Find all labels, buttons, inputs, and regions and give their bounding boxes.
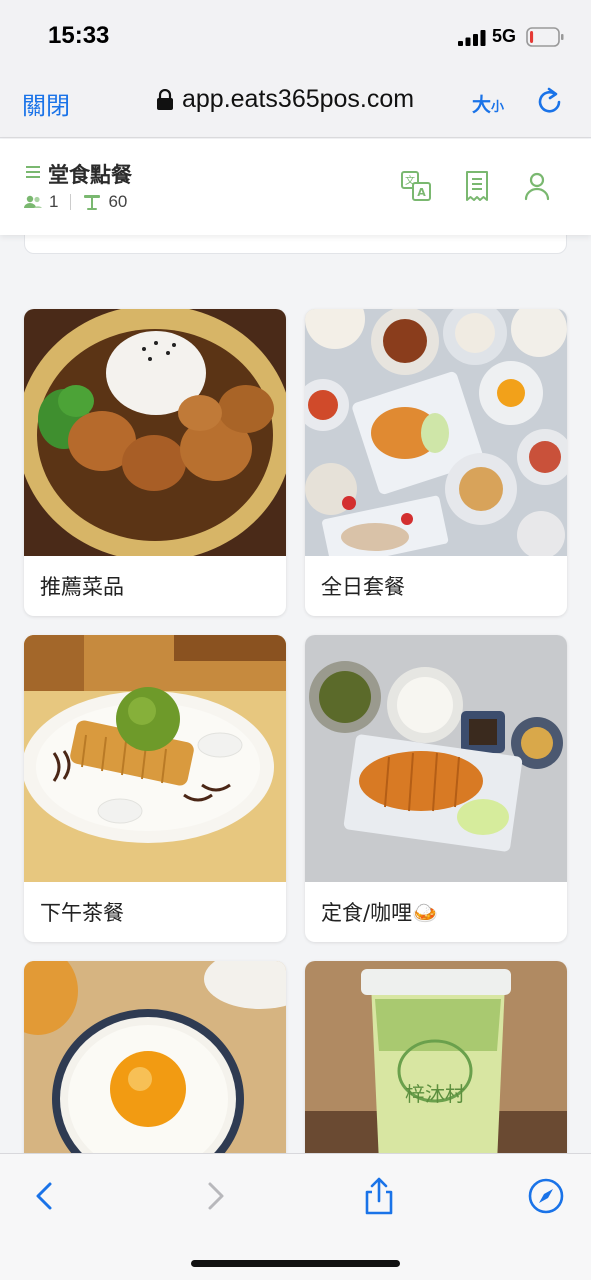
- page-header: 堂食點餐 1 60 文 A: [0, 139, 591, 235]
- matcha-waffle-image: [24, 635, 286, 882]
- home-indicator: [191, 1260, 400, 1267]
- back-icon[interactable]: [26, 1176, 66, 1216]
- status-bar: 15:33 5G: [0, 0, 591, 70]
- text-size-big: 大: [472, 94, 492, 116]
- svg-text:梓沐村: 梓沐村: [405, 1082, 465, 1106]
- address-bar: 關閉 app.eats365pos.com 大小: [0, 70, 591, 138]
- category-card-recommended[interactable]: 推薦菜品: [24, 309, 286, 616]
- translate-icon[interactable]: 文 A: [400, 169, 432, 203]
- karaage-rice-plate-image: [24, 309, 286, 556]
- meta-divider: [70, 194, 72, 210]
- category-card-teishoku-curry[interactable]: 定食/咖哩🍛: [305, 635, 567, 942]
- battery-icon: [526, 27, 564, 47]
- table-meta: 1 60: [24, 191, 127, 213]
- status-time: 15:33: [48, 22, 110, 49]
- lock-icon: [157, 89, 173, 110]
- guests-icon: [24, 195, 42, 208]
- network-type: 5G: [492, 26, 517, 46]
- category-label: 推薦菜品: [40, 575, 124, 599]
- category-card-set-meal[interactable]: 全日套餐: [305, 309, 567, 616]
- guest-count: 1: [49, 192, 59, 211]
- share-icon[interactable]: [359, 1176, 399, 1216]
- url-field[interactable]: app.eats365pos.com: [182, 85, 414, 114]
- svg-text:A: A: [417, 186, 426, 199]
- close-button[interactable]: 關閉: [22, 86, 70, 121]
- reload-icon[interactable]: [536, 86, 564, 116]
- category-grid: 推薦菜品 全日套餐 下午茶餐 定食/咖哩🍛 梓沐村: [24, 309, 567, 1268]
- user-icon[interactable]: [521, 169, 553, 203]
- receipt-icon[interactable]: [461, 169, 493, 203]
- text-size-button[interactable]: 大小: [472, 90, 504, 117]
- category-label: 下午茶餐: [40, 901, 124, 925]
- forward-icon[interactable]: [194, 1176, 234, 1216]
- set-meal-spread-image: [305, 309, 567, 556]
- tonkatsu-set-image: [305, 635, 567, 882]
- table-icon: [84, 195, 101, 210]
- signal-icon: [458, 30, 486, 46]
- menu-icon[interactable]: [26, 166, 40, 178]
- text-size-small: 小: [491, 100, 505, 115]
- page-title: 堂食點餐: [48, 163, 132, 187]
- category-card-afternoon-tea[interactable]: 下午茶餐: [24, 635, 286, 942]
- category-label: 定食/咖哩🍛: [321, 901, 439, 925]
- category-label: 全日套餐: [321, 575, 405, 599]
- compass-icon[interactable]: [526, 1176, 566, 1216]
- table-number: 60: [108, 192, 128, 211]
